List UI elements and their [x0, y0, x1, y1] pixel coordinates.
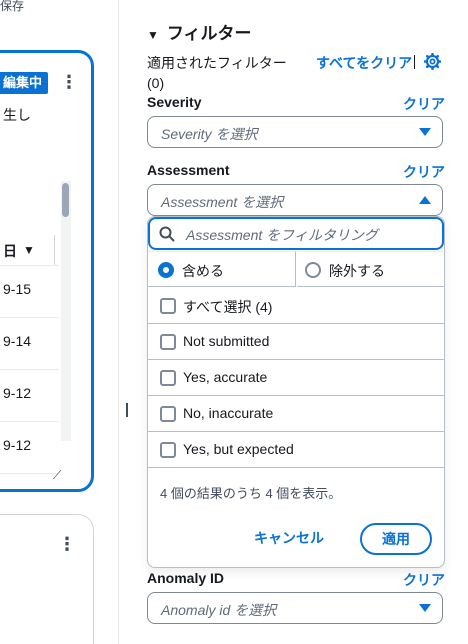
exclude-option[interactable]: 除外する	[297, 251, 444, 287]
severity-label: Severity	[147, 94, 202, 110]
checkbox[interactable]	[160, 334, 176, 350]
resize-handle-icon[interactable]: ⟋	[53, 468, 61, 483]
gear-icon[interactable]	[424, 53, 441, 70]
table-cell-date: 9-10	[3, 489, 31, 492]
option-no-inaccurate[interactable]: No, inaccurate	[148, 396, 444, 432]
checkbox[interactable]	[160, 406, 176, 422]
anomaly-id-clear-link[interactable]: クリア	[403, 570, 445, 590]
table-cell-date: 9-12	[3, 385, 32, 401]
checkbox[interactable]	[160, 298, 176, 314]
apply-button[interactable]: 適用	[360, 523, 432, 555]
anomaly-id-select[interactable]: Anomaly id を選択	[147, 592, 443, 624]
save-text: 保存	[0, 0, 25, 13]
kebab-menu-icon[interactable]: ⋮	[60, 73, 78, 91]
search-placeholder: Assessment をフィルタリング	[186, 227, 378, 243]
option-yes-accurate[interactable]: Yes, accurate	[148, 360, 444, 396]
table-cell-date: 9-12	[3, 437, 32, 453]
filter-title: フィルター	[166, 24, 252, 43]
caret-down-icon: ▼	[147, 28, 159, 42]
caret-down-icon	[419, 604, 431, 612]
exclude-label: 除外する	[329, 263, 385, 279]
panel-divider	[118, 0, 119, 644]
option-label: すべて選択 (4)	[183, 299, 273, 315]
assessment-select[interactable]: Assessment を選択	[147, 184, 443, 216]
option-select-all[interactable]: すべて選択 (4)	[148, 288, 444, 324]
table-row: 9-10	[0, 473, 59, 492]
sort-down-icon[interactable]: ▼	[23, 243, 35, 257]
option-label: Yes, accurate	[183, 369, 268, 385]
table-row: 9-14	[0, 317, 59, 369]
checkbox[interactable]	[160, 370, 176, 386]
anomaly-id-placeholder: Anomaly id を選択	[161, 602, 277, 618]
card-description: 生し	[3, 107, 31, 123]
dashboard-widget-card: 編集中 ⋮ 生し 日 ▼ 9-15 9-14 9-12 9-12 9-10 ⟋	[0, 50, 94, 492]
option-label: No, inaccurate	[183, 405, 274, 421]
scrollbar-thumb[interactable]	[62, 183, 69, 217]
scrollbar-track[interactable]	[61, 181, 71, 441]
editing-badge: 編集中	[0, 72, 49, 94]
caret-down-icon	[419, 128, 431, 136]
include-option[interactable]: 含める	[148, 251, 296, 287]
dashboard-widget-card-secondary: ⋮	[0, 514, 94, 644]
search-icon	[159, 226, 175, 242]
table-row: 9-12	[0, 369, 59, 421]
applied-filters-text: 適用されたフィルター	[147, 55, 287, 71]
severity-clear-link[interactable]: クリア	[403, 94, 445, 114]
filter-section-header[interactable]: ▼ フィルター	[147, 19, 252, 44]
caret-up-icon	[419, 196, 431, 204]
assessment-dropdown: Assessment をフィルタリング 含める 除外する すべて選択 (4) N…	[147, 216, 445, 568]
radio-unselected-icon[interactable]	[305, 262, 321, 278]
separator	[414, 55, 415, 69]
table-cell-date: 9-14	[3, 333, 32, 349]
kebab-menu-icon[interactable]: ⋮	[58, 535, 76, 553]
option-yes-but-expected[interactable]: Yes, but expected	[148, 432, 444, 468]
option-label: Not submitted	[183, 333, 270, 349]
table-row: 9-12	[0, 421, 59, 473]
column-divider	[54, 235, 55, 265]
option-label: Yes, but expected	[183, 441, 294, 457]
assessment-label: Assessment	[147, 162, 230, 178]
table-row: 9-15	[0, 265, 59, 317]
checkbox[interactable]	[160, 442, 176, 458]
severity-placeholder: Severity を選択	[161, 126, 258, 142]
cancel-button[interactable]: キャンセル	[254, 528, 324, 548]
include-label: 含める	[182, 263, 224, 279]
anomaly-id-label: Anomaly ID	[147, 570, 225, 586]
date-column-header[interactable]: 日	[3, 241, 17, 261]
assessment-search-input[interactable]: Assessment をフィルタリング	[148, 217, 444, 250]
clear-all-link[interactable]: すべてをクリア	[316, 53, 412, 73]
panel-resize-handle[interactable]	[126, 403, 128, 417]
assessment-placeholder: Assessment を選択	[161, 194, 284, 210]
assessment-clear-link[interactable]: クリア	[403, 162, 445, 182]
applied-filters-label: 適用されたフィルター (0)	[147, 53, 287, 93]
result-count-text: 4 個の結果のうち 4 個を表示。	[160, 486, 342, 501]
table-cell-date: 9-15	[3, 281, 32, 297]
radio-selected-icon[interactable]	[158, 262, 174, 278]
severity-select[interactable]: Severity を選択	[147, 116, 443, 148]
applied-filters-count: (0)	[147, 75, 165, 91]
option-not-submitted[interactable]: Not submitted	[148, 324, 444, 360]
